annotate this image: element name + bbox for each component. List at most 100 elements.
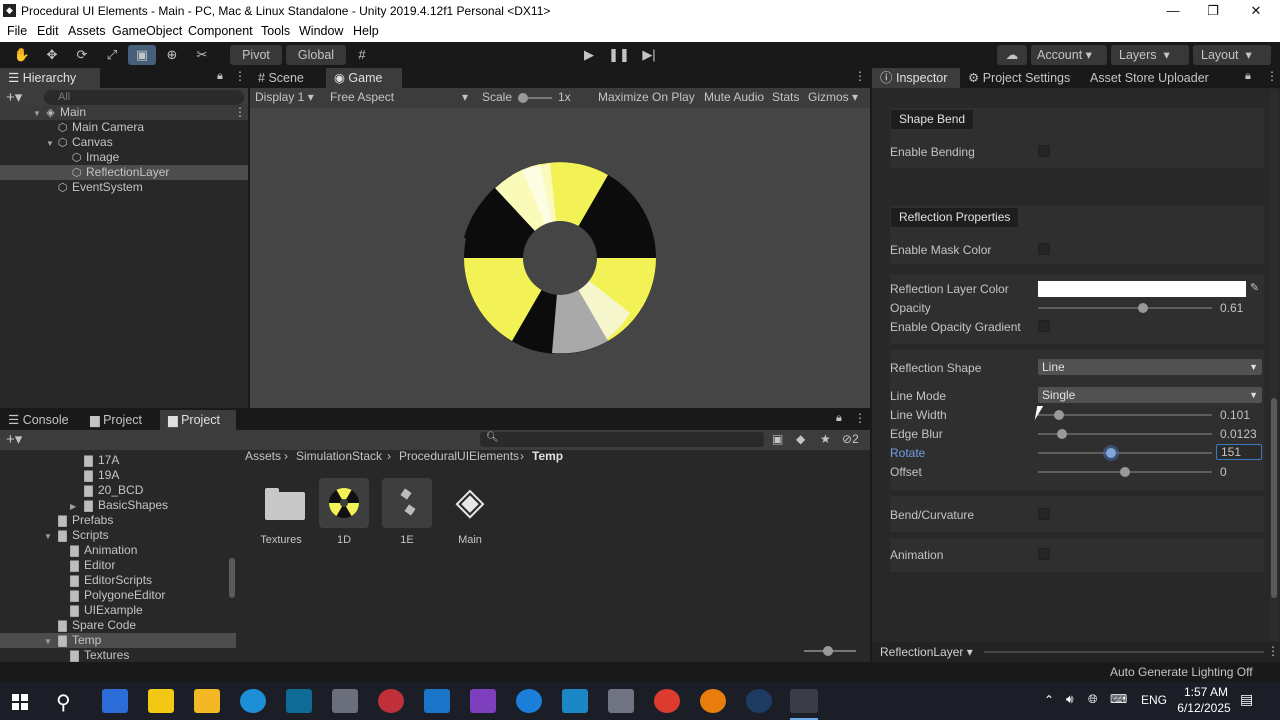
play-button[interactable]: ▶ (575, 45, 603, 65)
asset-1e[interactable]: 1E (377, 478, 437, 546)
edge-browser-icon[interactable] (240, 689, 266, 713)
aspect-dropdown[interactable]: Free Aspect ▾ (330, 90, 470, 104)
tab-project-settings[interactable]: ⚙ Project Settings (960, 68, 1084, 88)
move-tool-icon[interactable]: ✥ (38, 45, 66, 65)
unity-hub-icon[interactable] (608, 689, 634, 713)
filter-label-icon[interactable]: ◆ (796, 432, 805, 446)
stats-toggle[interactable]: Stats (772, 90, 799, 104)
folder-basicshapes[interactable]: ▇ BasicShapes (82, 498, 168, 513)
chrome-icon[interactable] (654, 689, 680, 713)
expand-main-icon[interactable]: ▼ (33, 109, 41, 118)
tab-scene[interactable]: # Scene (250, 68, 322, 88)
tree-item-eventsystem[interactable]: ⬡ EventSystem (56, 180, 143, 195)
more-menu-icon[interactable]: ⋮ (854, 411, 866, 425)
menu-tools[interactable]: Tools (261, 24, 290, 38)
keyboard-icon[interactable]: ⌨ (1110, 692, 1127, 706)
thumbnail-size-knob[interactable] (823, 646, 833, 656)
reflection-color-field[interactable] (1038, 281, 1246, 297)
footer-object-name[interactable]: ReflectionLayer ▾ (880, 645, 973, 659)
snipping-tool-icon[interactable] (378, 689, 404, 713)
transform-tool-icon[interactable]: ⊕ (158, 45, 186, 65)
folder-scripts[interactable]: ▇ Scripts (56, 528, 108, 543)
step-button[interactable]: ▶| (635, 45, 663, 65)
tab-game[interactable]: ◉ Game (326, 68, 402, 88)
project-search-input[interactable]: 🔍︎ (480, 432, 764, 447)
asset-textures[interactable]: Textures (251, 478, 311, 546)
animation-checkbox[interactable] (1038, 548, 1050, 560)
tree-scrollbar[interactable] (229, 558, 235, 598)
folder-20bcd[interactable]: ▇ 20_BCD (82, 483, 143, 498)
hand-tool-icon[interactable]: ✋ (8, 45, 36, 65)
edge-blur-slider-knob[interactable] (1057, 429, 1067, 439)
reflection-shape-dropdown[interactable]: Line ▼ (1038, 359, 1262, 375)
asset-main[interactable]: ◈ Main (440, 478, 500, 546)
lock-icon[interactable]: 🔒︎ (217, 70, 223, 83)
search-icon[interactable]: ⚲ (56, 690, 71, 715)
vscode-icon[interactable] (424, 689, 450, 713)
menu-window[interactable]: Window (299, 24, 343, 38)
folder-spare-code[interactable]: ▇ Spare Code (56, 618, 136, 633)
tab-project-2[interactable]: ▆ Project (160, 410, 236, 430)
offset-value-field[interactable]: 0 (1216, 464, 1262, 480)
folder-prefabs[interactable]: ▇ Prefabs (56, 513, 113, 528)
folder-textures[interactable]: ▇ Textures (68, 648, 129, 662)
line-width-value-field[interactable]: 0.101 (1216, 407, 1262, 423)
layers-dropdown[interactable]: Layers ▾ (1111, 45, 1189, 65)
mute-audio-toggle[interactable]: Mute Audio (704, 90, 764, 104)
account-dropdown[interactable]: Account ▾ (1031, 45, 1107, 65)
expand-temp-icon[interactable]: ▼ (44, 637, 52, 646)
tree-item-main-camera[interactable]: ⬡ Main Camera (56, 120, 144, 135)
lock-icon[interactable]: 🔒︎ (836, 412, 842, 425)
create-icon[interactable]: +▾ (6, 430, 22, 448)
lighting-status[interactable]: Auto Generate Lighting Off (1110, 665, 1253, 679)
breadcrumb-assets[interactable]: Assets (245, 449, 281, 463)
eyedropper-icon[interactable]: ✎ (1250, 281, 1259, 294)
language-indicator[interactable]: ENG (1141, 693, 1167, 707)
hidden-packages-count[interactable]: ⊘2 (842, 432, 859, 446)
expand-scripts-icon[interactable]: ▼ (44, 532, 52, 541)
favorite-star-icon[interactable]: ★ (820, 432, 831, 446)
volume-icon[interactable]: 🔊︎ (1066, 692, 1074, 707)
windows-start-icon[interactable] (12, 694, 28, 710)
hierarchy-search-input[interactable]: All (44, 90, 244, 105)
folder-19a[interactable]: ▇ 19A (82, 468, 119, 483)
restore-button[interactable]: ❐ (1198, 2, 1228, 20)
minimize-button[interactable]: — (1158, 2, 1188, 20)
app-store-icon[interactable] (516, 689, 542, 713)
menu-help[interactable]: Help (353, 24, 379, 38)
clock-date[interactable]: 6/12/2025 (1172, 701, 1236, 715)
offset-slider-knob[interactable] (1120, 467, 1130, 477)
rect-tool-icon[interactable]: ▣ (128, 45, 156, 65)
rotate-slider-knob[interactable] (1106, 448, 1116, 458)
sticky-notes-icon[interactable] (148, 689, 174, 713)
more-menu-icon[interactable]: ⋮ (234, 69, 246, 83)
clock-time[interactable]: 1:57 AM (1180, 685, 1232, 699)
filter-type-icon[interactable]: ▣ (772, 432, 783, 446)
app-icon[interactable] (562, 689, 588, 713)
cloud-icon[interactable]: ☁ (997, 45, 1027, 65)
network-icon[interactable]: 🌐︎ (1088, 692, 1098, 707)
tree-item-image[interactable]: ⬡ Image (70, 150, 120, 165)
tree-item-main[interactable]: ◈ Main (44, 105, 86, 120)
rotate-tool-icon[interactable]: ⟳ (68, 45, 96, 65)
folder-temp[interactable]: ▇ Temp (56, 633, 101, 648)
snap-grid-icon[interactable]: # (348, 45, 376, 65)
menu-assets[interactable]: Assets (68, 24, 106, 38)
unity-editor-taskbar-icon[interactable] (790, 689, 818, 713)
layout-dropdown[interactable]: Layout ▾ (1193, 45, 1271, 65)
pivot-toggle[interactable]: Pivot (230, 45, 282, 65)
bend-curvature-checkbox[interactable] (1038, 508, 1050, 520)
chevron-up-icon[interactable]: ⌃ (1044, 693, 1054, 707)
folder-animation[interactable]: ▇ Animation (68, 543, 137, 558)
more-menu-icon[interactable]: ⋮ (1266, 69, 1278, 83)
tab-project[interactable]: ▆ Project (82, 410, 158, 430)
opacity-slider-track[interactable] (1038, 307, 1212, 309)
maximize-on-play-toggle[interactable]: Maximize On Play (598, 90, 695, 104)
pause-button[interactable]: ❚❚ (605, 45, 633, 65)
opacity-value-field[interactable]: 0.61 (1216, 300, 1262, 316)
notification-icon[interactable]: ▤ (1240, 691, 1253, 708)
game-more-icon[interactable]: ⋮ (854, 69, 866, 83)
custom-tool-icon[interactable]: ✂ (188, 45, 216, 65)
store-app-icon[interactable] (102, 689, 128, 713)
menu-edit[interactable]: Edit (37, 24, 59, 38)
